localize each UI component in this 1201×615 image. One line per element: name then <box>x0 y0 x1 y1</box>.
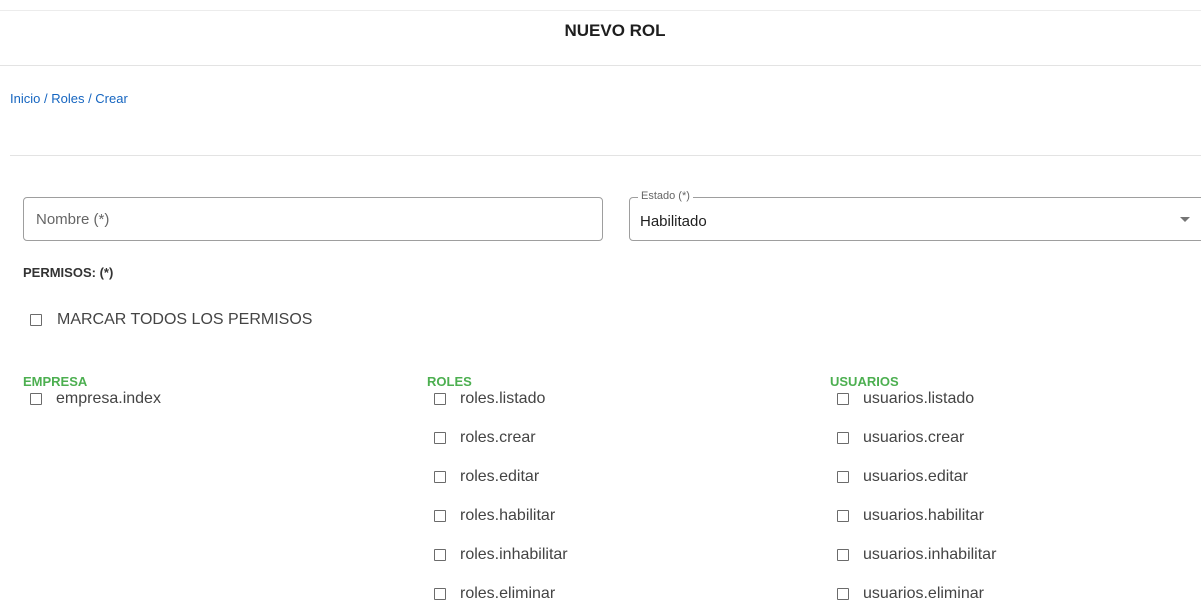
permission-label: roles.habilitar <box>460 506 556 524</box>
permission-label: usuarios.crear <box>863 428 965 446</box>
permission-item[interactable]: usuarios.crear <box>830 418 996 457</box>
permission-item[interactable]: usuarios.editar <box>830 457 996 496</box>
breadcrumb: Inicio / Roles / Crear <box>10 91 128 106</box>
permission-checkbox[interactable] <box>30 392 42 405</box>
breadcrumb-crear: Crear <box>95 91 128 106</box>
estado-label: Estado (*) <box>638 190 693 202</box>
permission-checkbox[interactable] <box>837 548 849 561</box>
dropdown-arrow-icon[interactable] <box>1180 217 1190 222</box>
section-divider <box>10 155 1201 156</box>
permission-label: roles.crear <box>460 428 536 446</box>
estado-select[interactable]: Estado (*) Habilitado <box>629 190 1201 241</box>
marcar-todos-checkbox[interactable] <box>30 314 42 326</box>
marcar-todos-option[interactable]: MARCAR TODOS LOS PERMISOS <box>30 311 312 329</box>
permission-checkbox[interactable] <box>837 431 849 444</box>
permission-item[interactable]: roles.eliminar <box>427 574 568 613</box>
permission-checkbox[interactable] <box>434 470 446 483</box>
breadcrumb-separator: / <box>40 91 52 106</box>
permission-label: usuarios.inhabilitar <box>863 545 997 563</box>
permission-item[interactable]: usuarios.inhabilitar <box>830 535 996 574</box>
permission-label: usuarios.listado <box>863 389 975 407</box>
permission-checkbox[interactable] <box>434 509 446 522</box>
permission-item[interactable]: usuarios.eliminar <box>830 574 996 613</box>
permission-group-usuarios: USUARIOS usuarios.listado usuarios.crear… <box>830 374 996 613</box>
permission-group-roles: ROLES roles.listado roles.crear roles.ed… <box>427 374 568 613</box>
permission-checkbox[interactable] <box>434 548 446 561</box>
permission-item[interactable]: roles.inhabilitar <box>427 535 568 574</box>
permission-checkbox[interactable] <box>837 392 849 405</box>
permission-label: roles.editar <box>460 467 540 485</box>
permission-label: empresa.index <box>56 389 161 407</box>
permission-label: roles.eliminar <box>460 584 556 602</box>
top-divider <box>0 10 1201 11</box>
permission-checkbox[interactable] <box>837 587 849 600</box>
permission-checkbox[interactable] <box>837 470 849 483</box>
breadcrumb-inicio-link[interactable]: Inicio <box>10 91 40 106</box>
permission-group-empresa: EMPRESA empresa.index <box>23 374 161 418</box>
breadcrumb-separator: / <box>84 91 96 106</box>
permission-label: usuarios.habilitar <box>863 506 984 524</box>
permission-item[interactable]: roles.editar <box>427 457 568 496</box>
breadcrumb-roles-link[interactable]: Roles <box>51 91 84 106</box>
permisos-label: PERMISOS: (*) <box>23 265 114 280</box>
permission-label: roles.inhabilitar <box>460 545 568 563</box>
permission-checkbox[interactable] <box>434 587 446 600</box>
nombre-input[interactable]: Nombre (*) <box>23 197 603 241</box>
estado-value: Habilitado <box>640 213 707 230</box>
permission-checkbox[interactable] <box>434 431 446 444</box>
header-divider <box>0 65 1201 66</box>
permission-label: usuarios.eliminar <box>863 584 984 602</box>
permission-checkbox[interactable] <box>837 509 849 522</box>
permission-item[interactable]: roles.habilitar <box>427 496 568 535</box>
permission-label: roles.listado <box>460 389 546 407</box>
permission-item[interactable]: usuarios.habilitar <box>830 496 996 535</box>
nombre-placeholder: Nombre (*) <box>36 211 110 228</box>
permission-item[interactable]: roles.crear <box>427 418 568 457</box>
page-title: NUEVO ROL <box>564 21 666 40</box>
marcar-todos-label: MARCAR TODOS LOS PERMISOS <box>57 311 313 328</box>
permission-checkbox[interactable] <box>434 392 446 405</box>
permission-label: usuarios.editar <box>863 467 968 485</box>
